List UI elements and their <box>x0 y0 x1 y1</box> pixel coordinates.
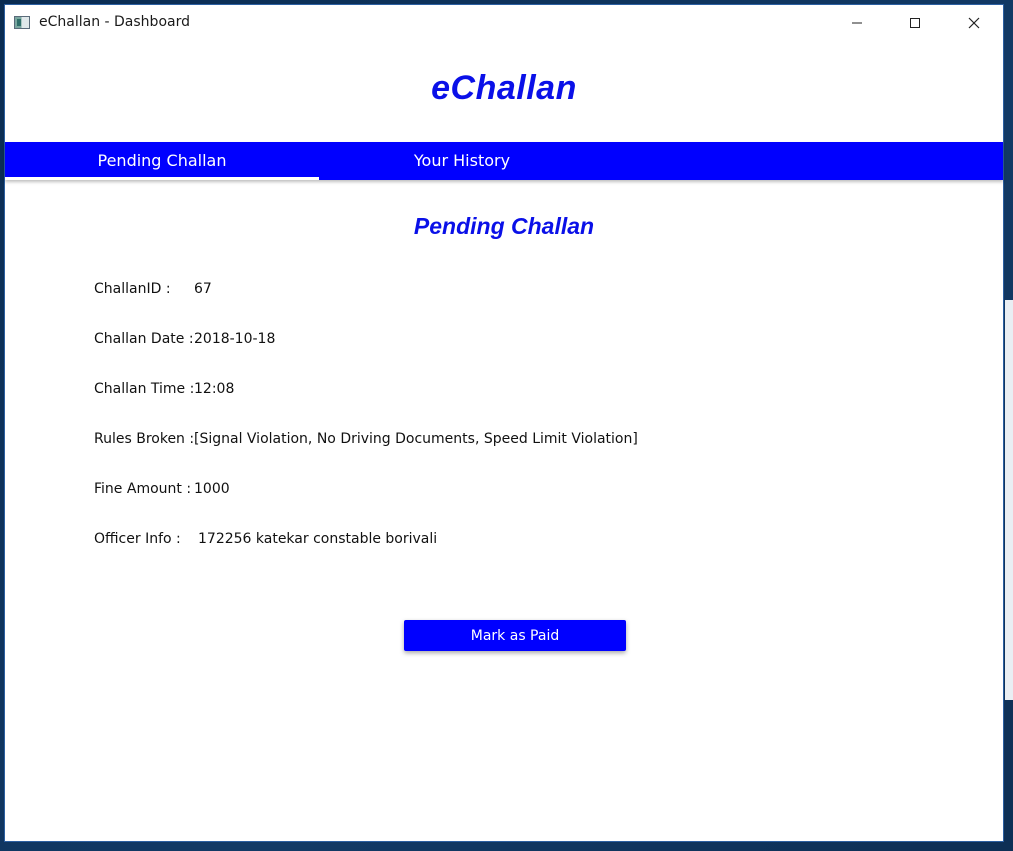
maximize-icon <box>910 18 920 28</box>
desktop-background: eChallan - Dashboard eChallan Pending Ch… <box>0 0 1013 851</box>
field-challan-id: ChallanID : 67 <box>94 281 212 297</box>
app-window: eChallan - Dashboard eChallan Pending Ch… <box>4 4 1004 842</box>
field-challan-date: Challan Date : 2018-10-18 <box>94 331 275 347</box>
background-window-edge <box>1005 300 1013 700</box>
field-label: Challan Time : <box>94 381 195 397</box>
field-rules-broken: Rules Broken : [Signal Violation, No Dri… <box>94 431 638 447</box>
field-challan-time: Challan Time : 12:08 <box>94 381 234 397</box>
tab-bar: Pending Challan Your History <box>5 142 1003 180</box>
field-value: 2018-10-18 <box>194 331 276 347</box>
close-button[interactable] <box>951 5 997 43</box>
close-icon <box>968 17 980 29</box>
field-label: Fine Amount : <box>94 481 192 497</box>
field-officer-info: Officer Info : 172256 katekar constable … <box>94 531 437 547</box>
title-bar[interactable]: eChallan - Dashboard <box>5 5 1003 43</box>
minimize-button[interactable] <box>834 5 880 43</box>
field-value: 172256 katekar constable borivali <box>198 531 438 547</box>
tab-pending-challan[interactable]: Pending Challan <box>5 142 319 180</box>
window-title: eChallan - Dashboard <box>39 14 190 30</box>
field-value: 1000 <box>194 481 230 497</box>
field-fine-amount: Fine Amount : 1000 <box>94 481 230 497</box>
app-heading: eChallan <box>431 69 577 107</box>
app-header: eChallan <box>5 43 1003 142</box>
section-heading: Pending Challan <box>413 213 595 239</box>
field-value: 67 <box>194 281 212 297</box>
minimize-icon <box>852 22 862 24</box>
maximize-button[interactable] <box>892 5 938 43</box>
field-label: Rules Broken : <box>94 431 195 447</box>
field-label: Officer Info : <box>94 531 181 547</box>
mark-as-paid-button[interactable]: Mark as Paid <box>404 620 626 651</box>
field-value: 12:08 <box>194 381 235 397</box>
pending-challan-panel: Pending Challan ChallanID : 67 Challan D… <box>5 180 1003 842</box>
field-label: ChallanID : <box>94 281 171 297</box>
app-window-icon <box>14 16 30 29</box>
field-label: Challan Date : <box>94 331 194 347</box>
tab-your-history[interactable]: Your History <box>319 142 605 180</box>
field-value: [Signal Violation, No Driving Documents,… <box>194 431 638 447</box>
